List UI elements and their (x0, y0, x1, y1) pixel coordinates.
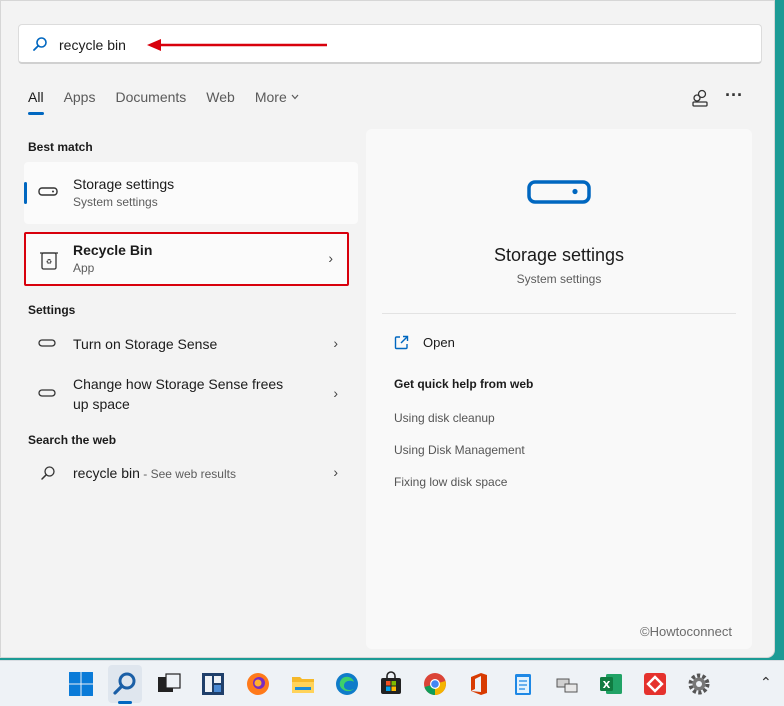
task-view-icon[interactable] (156, 671, 182, 697)
result-title: Turn on Storage Sense (73, 336, 218, 352)
start-search-panel: All Apps Documents Web More ··· Best mat… (0, 0, 775, 658)
tab-all[interactable]: All (28, 89, 44, 115)
search-icon (33, 37, 47, 51)
result-title: Recycle Bin (73, 242, 153, 258)
excel-icon[interactable]: X (598, 671, 624, 697)
svg-text:X: X (603, 680, 611, 691)
preview-subtitle: System settings (516, 272, 602, 286)
tab-more-label: More (254, 89, 287, 105)
tab-apps[interactable]: Apps (64, 89, 96, 105)
search-web-heading: Search the web (28, 433, 117, 447)
watermark: ©Howtoconnect (640, 624, 732, 639)
result-change-storage-sense[interactable]: Change how Storage Sense frees up space … (24, 369, 358, 419)
result-title: Storage settings (73, 176, 175, 192)
settings-heading: Settings (28, 303, 76, 317)
search-box[interactable] (18, 24, 762, 64)
web-suffix: - See web results (139, 467, 236, 481)
preview-pane: Storage settings System settings Open Ge… (366, 129, 752, 649)
result-title-line1: Change how Storage Sense frees (73, 376, 284, 392)
file-explorer-icon[interactable] (290, 671, 316, 697)
svg-text:♻: ♻ (46, 258, 52, 266)
chevron-right-icon: › (333, 335, 338, 351)
recycle-bin-icon: ♻ (40, 252, 58, 270)
selection-indicator (24, 182, 27, 204)
notepad-icon[interactable] (510, 671, 536, 697)
help-link[interactable]: Fixing low disk space (394, 475, 507, 489)
divider (382, 313, 736, 314)
connected-account-icon[interactable] (689, 87, 711, 109)
settings-icon[interactable] (686, 671, 712, 697)
chevron-down-icon (291, 94, 299, 100)
chrome-icon[interactable] (422, 671, 448, 697)
tab-documents[interactable]: Documents (115, 89, 186, 105)
storage-drive-icon (38, 389, 56, 397)
result-subtitle: System settings (73, 195, 158, 209)
result-turn-on-storage-sense[interactable]: Turn on Storage Sense › (24, 327, 358, 361)
edge-icon[interactable] (334, 671, 360, 697)
open-external-icon (394, 335, 409, 350)
annotation-arrow (147, 39, 327, 51)
search-tabs: All Apps Documents Web More (28, 89, 319, 115)
result-subtitle: App (73, 261, 95, 275)
storage-drive-icon (38, 339, 56, 347)
open-label: Open (423, 335, 455, 350)
preview-title: Storage settings (493, 245, 625, 265)
help-heading: Get quick help from web (394, 377, 534, 391)
windows-start-icon[interactable] (68, 671, 94, 697)
help-link[interactable]: Using disk cleanup (394, 411, 495, 425)
result-storage-settings[interactable]: Storage settings System settings (24, 162, 358, 224)
result-title-line2: up space (73, 396, 130, 412)
network-icon[interactable] (554, 671, 580, 697)
office-icon[interactable] (466, 671, 492, 697)
chevron-right-icon: › (333, 464, 338, 480)
search-icon (41, 466, 55, 480)
chevron-up-icon[interactable]: ⌃ (760, 674, 772, 691)
chevron-right-icon: › (328, 250, 333, 266)
web-query: recycle bin (73, 465, 140, 481)
search-icon[interactable] (112, 671, 138, 697)
result-web-search[interactable]: recycle bin - See web results › (24, 456, 358, 490)
tab-more[interactable]: More (255, 89, 299, 105)
help-link[interactable]: Using Disk Management (394, 443, 525, 457)
firefox-icon[interactable] (245, 671, 271, 697)
storage-drive-icon (38, 187, 58, 196)
tab-web[interactable]: Web (206, 89, 235, 105)
more-options-icon[interactable]: ··· (723, 86, 745, 109)
result-recycle-bin[interactable]: ♻ Recycle Bin App › (24, 232, 349, 286)
chevron-right-icon: › (333, 385, 338, 401)
anydesk-icon[interactable] (642, 671, 668, 697)
taskbar: X ⌃ (0, 660, 784, 706)
active-app-indicator (118, 701, 132, 704)
search-input[interactable] (59, 34, 139, 56)
widgets-icon[interactable] (200, 671, 226, 697)
best-match-heading: Best match (28, 140, 93, 154)
store-icon[interactable] (378, 671, 404, 697)
open-action[interactable]: Open (394, 335, 455, 350)
storage-drive-icon (527, 180, 591, 204)
